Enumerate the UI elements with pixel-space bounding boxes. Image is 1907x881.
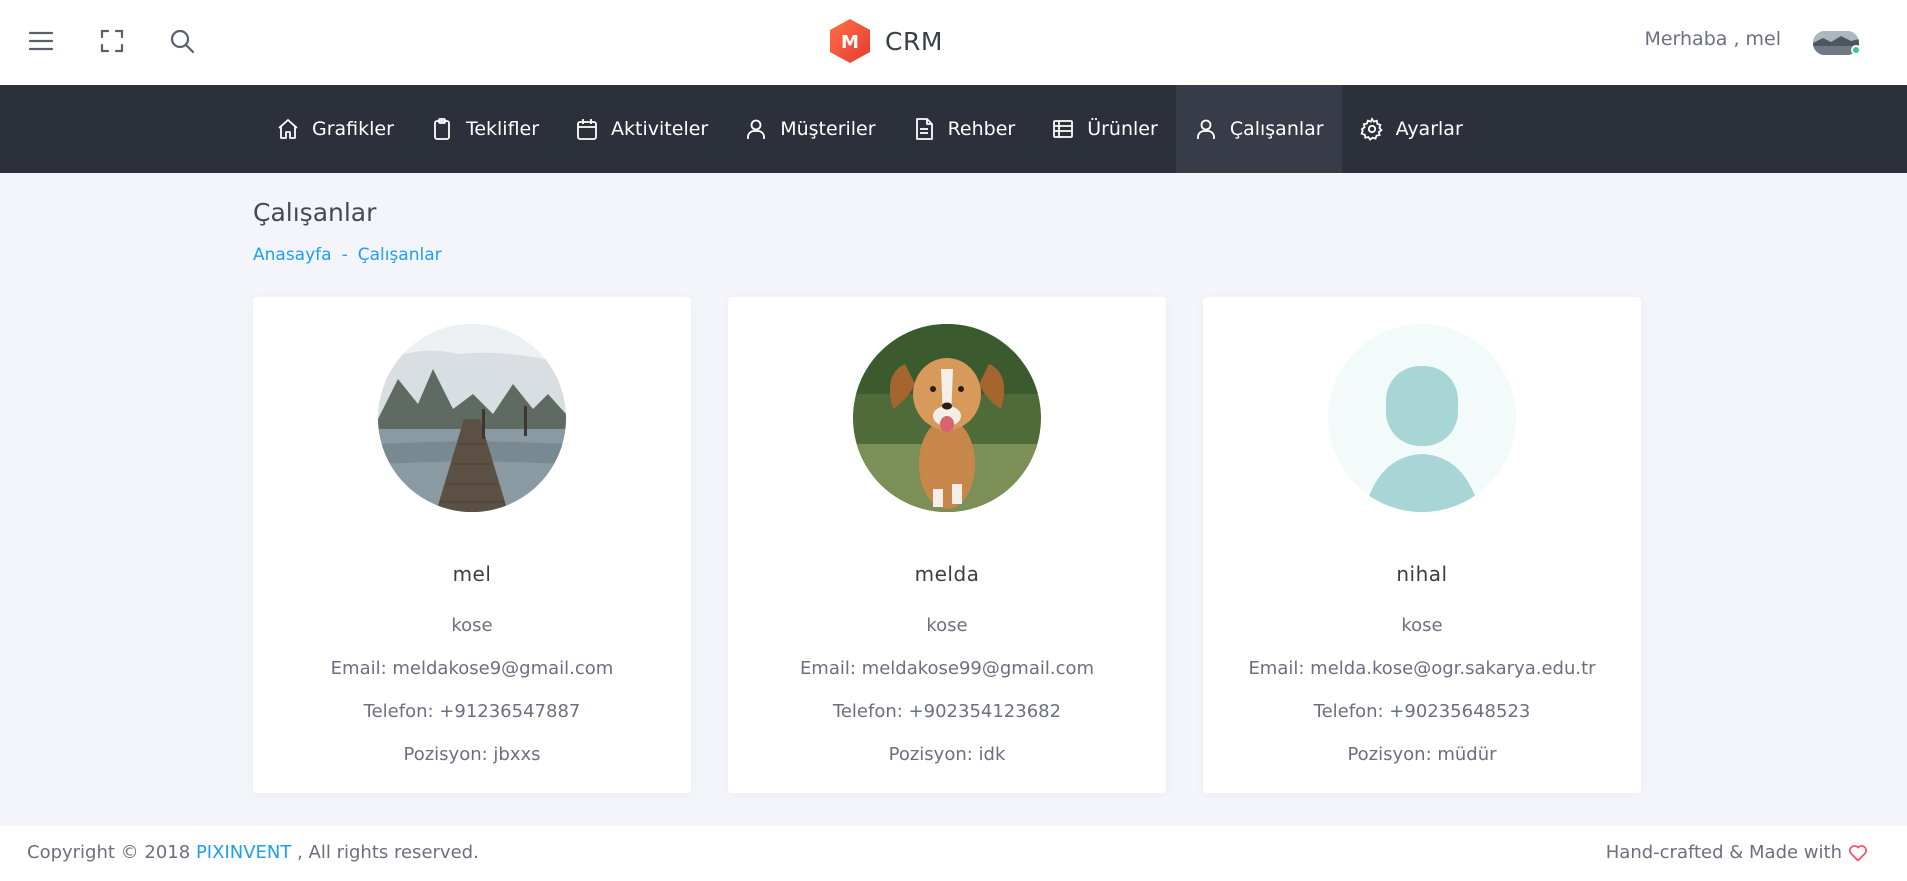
nav-label: Müşteriler [780, 118, 876, 140]
nav-item-teklifler[interactable]: Teklifler [412, 85, 557, 173]
clipboard-icon [430, 117, 454, 141]
employee-phone: Telefon: +902354123682 [832, 701, 1062, 722]
calendar-icon [575, 117, 599, 141]
breadcrumb-current-link[interactable]: Çalışanlar [358, 245, 442, 265]
made-with-text: Hand-crafted & Made with [1605, 842, 1842, 863]
employee-name: nihal [1396, 562, 1448, 586]
employee-surname: kose [451, 615, 493, 636]
employee-photo [853, 324, 1041, 512]
online-status-dot [1851, 45, 1861, 55]
nav-item-urunler[interactable]: Ürünler [1033, 85, 1176, 173]
employee-card: melda kose Email: meldakose99@gmail.com … [728, 297, 1166, 793]
brand-letter: M [841, 32, 859, 53]
heart-icon [1848, 843, 1868, 863]
employee-email: Email: meldakose99@gmail.com [799, 658, 1095, 679]
made-with: Hand-crafted & Made with [1606, 842, 1868, 863]
nav-item-aktiviteler[interactable]: Aktiviteler [557, 85, 726, 173]
employee-name: mel [452, 562, 492, 586]
employee-surname: kose [1401, 615, 1443, 636]
user-greeting[interactable]: Merhaba , mel [1644, 28, 1781, 50]
employee-position: Pozisyon: jbxxs [403, 744, 541, 765]
nav-item-musteriler[interactable]: Müşteriler [726, 85, 893, 173]
nav-item-grafikler[interactable]: Grafikler [258, 85, 412, 173]
main-nav: Grafikler Teklifler Aktiviteler Müşteril… [0, 85, 1907, 173]
employee-photo [378, 324, 566, 512]
nav-label: Rehber [947, 118, 1016, 140]
nav-item-rehber[interactable]: Rehber [894, 85, 1034, 173]
employee-card: nihal kose Email: melda.kose@ogr.sakarya… [1203, 297, 1641, 793]
brand-name: CRM [885, 26, 943, 56]
list-icon [1051, 117, 1075, 141]
copyright-prefix: Copyright © 2018 [27, 842, 191, 863]
nav-label: Grafikler [312, 118, 394, 140]
breadcrumb-home-link[interactable]: Anasayfa [253, 245, 332, 265]
brand[interactable]: M CRM [828, 18, 943, 64]
menu-icon[interactable] [28, 28, 54, 54]
breadcrumb: Anasayfa - Çalışanlar [253, 245, 442, 265]
search-icon[interactable] [169, 28, 195, 54]
employee-phone: Telefon: +90235648523 [1313, 701, 1531, 722]
employee-position: Pozisyon: idk [888, 744, 1006, 765]
default-user-icon [1328, 324, 1516, 512]
home-icon [276, 117, 300, 141]
copyright-suffix: , All rights reserved. [297, 842, 479, 863]
nav-item-calisanlar[interactable]: Çalışanlar [1175, 85, 1342, 173]
brand-logo: M [828, 18, 872, 64]
nav-label: Aktiviteler [611, 118, 709, 140]
employee-surname: kose [926, 615, 968, 636]
user-icon [744, 117, 768, 141]
employee-phone: Telefon: +91236547887 [363, 701, 581, 722]
nav-label: Çalışanlar [1229, 118, 1324, 140]
document-icon [912, 117, 936, 141]
page-title: Çalışanlar [253, 198, 377, 227]
company-link[interactable]: PIXINVENT [196, 842, 291, 863]
employee-position: Pozisyon: müdür [1347, 744, 1497, 765]
copyright: Copyright © 2018 PIXINVENT , All rights … [27, 842, 479, 863]
nav-item-ayarlar[interactable]: Ayarlar [1342, 85, 1481, 173]
employee-card: mel kose Email: meldakose9@gmail.com Tel… [253, 297, 691, 793]
employee-email: Email: meldakose9@gmail.com [330, 658, 614, 679]
user-icon [1194, 117, 1218, 141]
employee-name: melda [914, 562, 980, 586]
footer: Copyright © 2018 PIXINVENT , All rights … [0, 826, 1907, 881]
nav-label: Ayarlar [1395, 118, 1463, 140]
top-header: M CRM Merhaba , mel [0, 0, 1907, 85]
nav-label: Ürünler [1087, 118, 1158, 140]
gear-icon [1360, 117, 1384, 141]
fullscreen-icon[interactable] [99, 28, 125, 54]
nav-label: Teklifler [465, 118, 540, 140]
employee-email: Email: melda.kose@ogr.sakarya.edu.tr [1248, 658, 1596, 679]
breadcrumb-separator: - [341, 245, 348, 265]
